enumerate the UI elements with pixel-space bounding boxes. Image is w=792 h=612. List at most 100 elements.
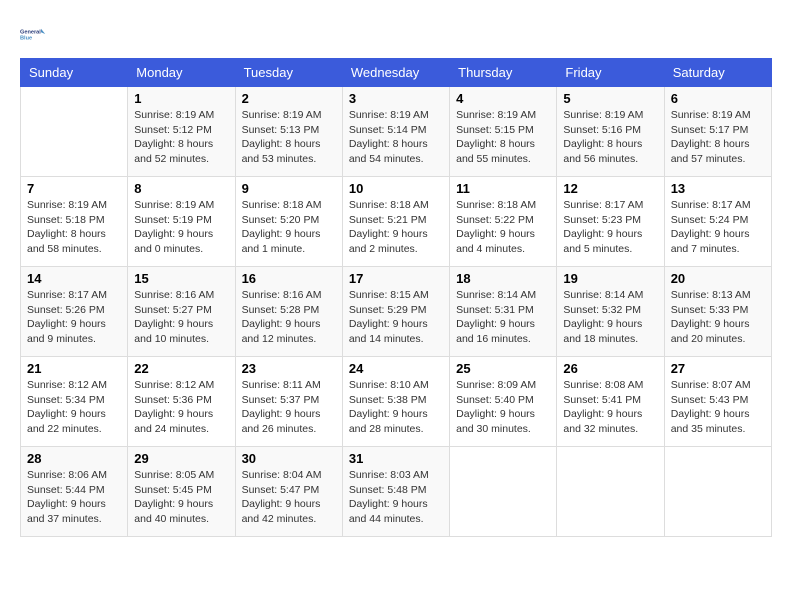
sunrise-text: Sunrise: 8:10 AM	[349, 378, 443, 393]
day-number: 18	[456, 271, 550, 286]
logo-icon: GeneralBlue	[20, 20, 48, 48]
sunset-text: Sunset: 5:27 PM	[134, 303, 228, 318]
calendar-cell: 30 Sunrise: 8:04 AM Sunset: 5:47 PM Dayl…	[235, 447, 342, 537]
calendar-cell	[664, 447, 771, 537]
day-info: Sunrise: 8:08 AM Sunset: 5:41 PM Dayligh…	[563, 378, 657, 437]
calendar-cell: 16 Sunrise: 8:16 AM Sunset: 5:28 PM Dayl…	[235, 267, 342, 357]
daylight-text: Daylight: 8 hours and 53 minutes.	[242, 137, 336, 166]
sunset-text: Sunset: 5:28 PM	[242, 303, 336, 318]
day-number: 24	[349, 361, 443, 376]
sunset-text: Sunset: 5:13 PM	[242, 123, 336, 138]
sunset-text: Sunset: 5:17 PM	[671, 123, 765, 138]
weekday-header-wednesday: Wednesday	[342, 59, 449, 87]
calendar-cell	[557, 447, 664, 537]
daylight-text: Daylight: 8 hours and 52 minutes.	[134, 137, 228, 166]
sunrise-text: Sunrise: 8:19 AM	[27, 198, 121, 213]
calendar-cell: 11 Sunrise: 8:18 AM Sunset: 5:22 PM Dayl…	[450, 177, 557, 267]
day-number: 3	[349, 91, 443, 106]
sunset-text: Sunset: 5:44 PM	[27, 483, 121, 498]
daylight-text: Daylight: 9 hours and 12 minutes.	[242, 317, 336, 346]
day-number: 2	[242, 91, 336, 106]
daylight-text: Daylight: 9 hours and 37 minutes.	[27, 497, 121, 526]
calendar-cell: 5 Sunrise: 8:19 AM Sunset: 5:16 PM Dayli…	[557, 87, 664, 177]
sunrise-text: Sunrise: 8:03 AM	[349, 468, 443, 483]
calendar-cell: 7 Sunrise: 8:19 AM Sunset: 5:18 PM Dayli…	[21, 177, 128, 267]
sunrise-text: Sunrise: 8:19 AM	[349, 108, 443, 123]
sunset-text: Sunset: 5:23 PM	[563, 213, 657, 228]
day-info: Sunrise: 8:03 AM Sunset: 5:48 PM Dayligh…	[349, 468, 443, 527]
calendar-cell: 12 Sunrise: 8:17 AM Sunset: 5:23 PM Dayl…	[557, 177, 664, 267]
calendar-table: SundayMondayTuesdayWednesdayThursdayFrid…	[20, 58, 772, 537]
sunrise-text: Sunrise: 8:19 AM	[134, 198, 228, 213]
day-info: Sunrise: 8:11 AM Sunset: 5:37 PM Dayligh…	[242, 378, 336, 437]
sunrise-text: Sunrise: 8:08 AM	[563, 378, 657, 393]
day-number: 31	[349, 451, 443, 466]
sunset-text: Sunset: 5:36 PM	[134, 393, 228, 408]
calendar-cell	[450, 447, 557, 537]
sunrise-text: Sunrise: 8:16 AM	[134, 288, 228, 303]
sunset-text: Sunset: 5:20 PM	[242, 213, 336, 228]
day-number: 8	[134, 181, 228, 196]
sunset-text: Sunset: 5:47 PM	[242, 483, 336, 498]
day-info: Sunrise: 8:18 AM Sunset: 5:21 PM Dayligh…	[349, 198, 443, 257]
calendar-cell: 6 Sunrise: 8:19 AM Sunset: 5:17 PM Dayli…	[664, 87, 771, 177]
daylight-text: Daylight: 9 hours and 7 minutes.	[671, 227, 765, 256]
sunset-text: Sunset: 5:14 PM	[349, 123, 443, 138]
day-number: 5	[563, 91, 657, 106]
calendar-cell: 9 Sunrise: 8:18 AM Sunset: 5:20 PM Dayli…	[235, 177, 342, 267]
day-number: 4	[456, 91, 550, 106]
calendar-cell: 26 Sunrise: 8:08 AM Sunset: 5:41 PM Dayl…	[557, 357, 664, 447]
day-number: 23	[242, 361, 336, 376]
sunrise-text: Sunrise: 8:19 AM	[134, 108, 228, 123]
calendar-cell: 14 Sunrise: 8:17 AM Sunset: 5:26 PM Dayl…	[21, 267, 128, 357]
sunset-text: Sunset: 5:18 PM	[27, 213, 121, 228]
daylight-text: Daylight: 8 hours and 58 minutes.	[27, 227, 121, 256]
sunset-text: Sunset: 5:40 PM	[456, 393, 550, 408]
day-number: 16	[242, 271, 336, 286]
day-number: 26	[563, 361, 657, 376]
sunset-text: Sunset: 5:29 PM	[349, 303, 443, 318]
daylight-text: Daylight: 9 hours and 26 minutes.	[242, 407, 336, 436]
calendar-cell: 17 Sunrise: 8:15 AM Sunset: 5:29 PM Dayl…	[342, 267, 449, 357]
sunset-text: Sunset: 5:12 PM	[134, 123, 228, 138]
sunset-text: Sunset: 5:24 PM	[671, 213, 765, 228]
day-number: 27	[671, 361, 765, 376]
daylight-text: Daylight: 9 hours and 40 minutes.	[134, 497, 228, 526]
day-info: Sunrise: 8:04 AM Sunset: 5:47 PM Dayligh…	[242, 468, 336, 527]
daylight-text: Daylight: 9 hours and 30 minutes.	[456, 407, 550, 436]
day-info: Sunrise: 8:17 AM Sunset: 5:26 PM Dayligh…	[27, 288, 121, 347]
sunrise-text: Sunrise: 8:07 AM	[671, 378, 765, 393]
day-number: 17	[349, 271, 443, 286]
sunset-text: Sunset: 5:34 PM	[27, 393, 121, 408]
sunset-text: Sunset: 5:22 PM	[456, 213, 550, 228]
daylight-text: Daylight: 8 hours and 55 minutes.	[456, 137, 550, 166]
sunrise-text: Sunrise: 8:15 AM	[349, 288, 443, 303]
sunrise-text: Sunrise: 8:17 AM	[671, 198, 765, 213]
sunset-text: Sunset: 5:19 PM	[134, 213, 228, 228]
day-info: Sunrise: 8:19 AM Sunset: 5:18 PM Dayligh…	[27, 198, 121, 257]
calendar-cell: 3 Sunrise: 8:19 AM Sunset: 5:14 PM Dayli…	[342, 87, 449, 177]
sunrise-text: Sunrise: 8:13 AM	[671, 288, 765, 303]
day-number: 7	[27, 181, 121, 196]
sunrise-text: Sunrise: 8:19 AM	[456, 108, 550, 123]
sunrise-text: Sunrise: 8:18 AM	[349, 198, 443, 213]
sunrise-text: Sunrise: 8:14 AM	[456, 288, 550, 303]
calendar-cell: 22 Sunrise: 8:12 AM Sunset: 5:36 PM Dayl…	[128, 357, 235, 447]
day-number: 15	[134, 271, 228, 286]
sunrise-text: Sunrise: 8:14 AM	[563, 288, 657, 303]
calendar-cell: 24 Sunrise: 8:10 AM Sunset: 5:38 PM Dayl…	[342, 357, 449, 447]
day-number: 29	[134, 451, 228, 466]
calendar-cell: 28 Sunrise: 8:06 AM Sunset: 5:44 PM Dayl…	[21, 447, 128, 537]
day-info: Sunrise: 8:18 AM Sunset: 5:22 PM Dayligh…	[456, 198, 550, 257]
daylight-text: Daylight: 9 hours and 16 minutes.	[456, 317, 550, 346]
sunrise-text: Sunrise: 8:04 AM	[242, 468, 336, 483]
day-info: Sunrise: 8:19 AM Sunset: 5:14 PM Dayligh…	[349, 108, 443, 167]
daylight-text: Daylight: 8 hours and 54 minutes.	[349, 137, 443, 166]
daylight-text: Daylight: 8 hours and 56 minutes.	[563, 137, 657, 166]
day-number: 6	[671, 91, 765, 106]
day-info: Sunrise: 8:05 AM Sunset: 5:45 PM Dayligh…	[134, 468, 228, 527]
sunset-text: Sunset: 5:33 PM	[671, 303, 765, 318]
day-info: Sunrise: 8:16 AM Sunset: 5:28 PM Dayligh…	[242, 288, 336, 347]
sunrise-text: Sunrise: 8:09 AM	[456, 378, 550, 393]
sunrise-text: Sunrise: 8:12 AM	[27, 378, 121, 393]
